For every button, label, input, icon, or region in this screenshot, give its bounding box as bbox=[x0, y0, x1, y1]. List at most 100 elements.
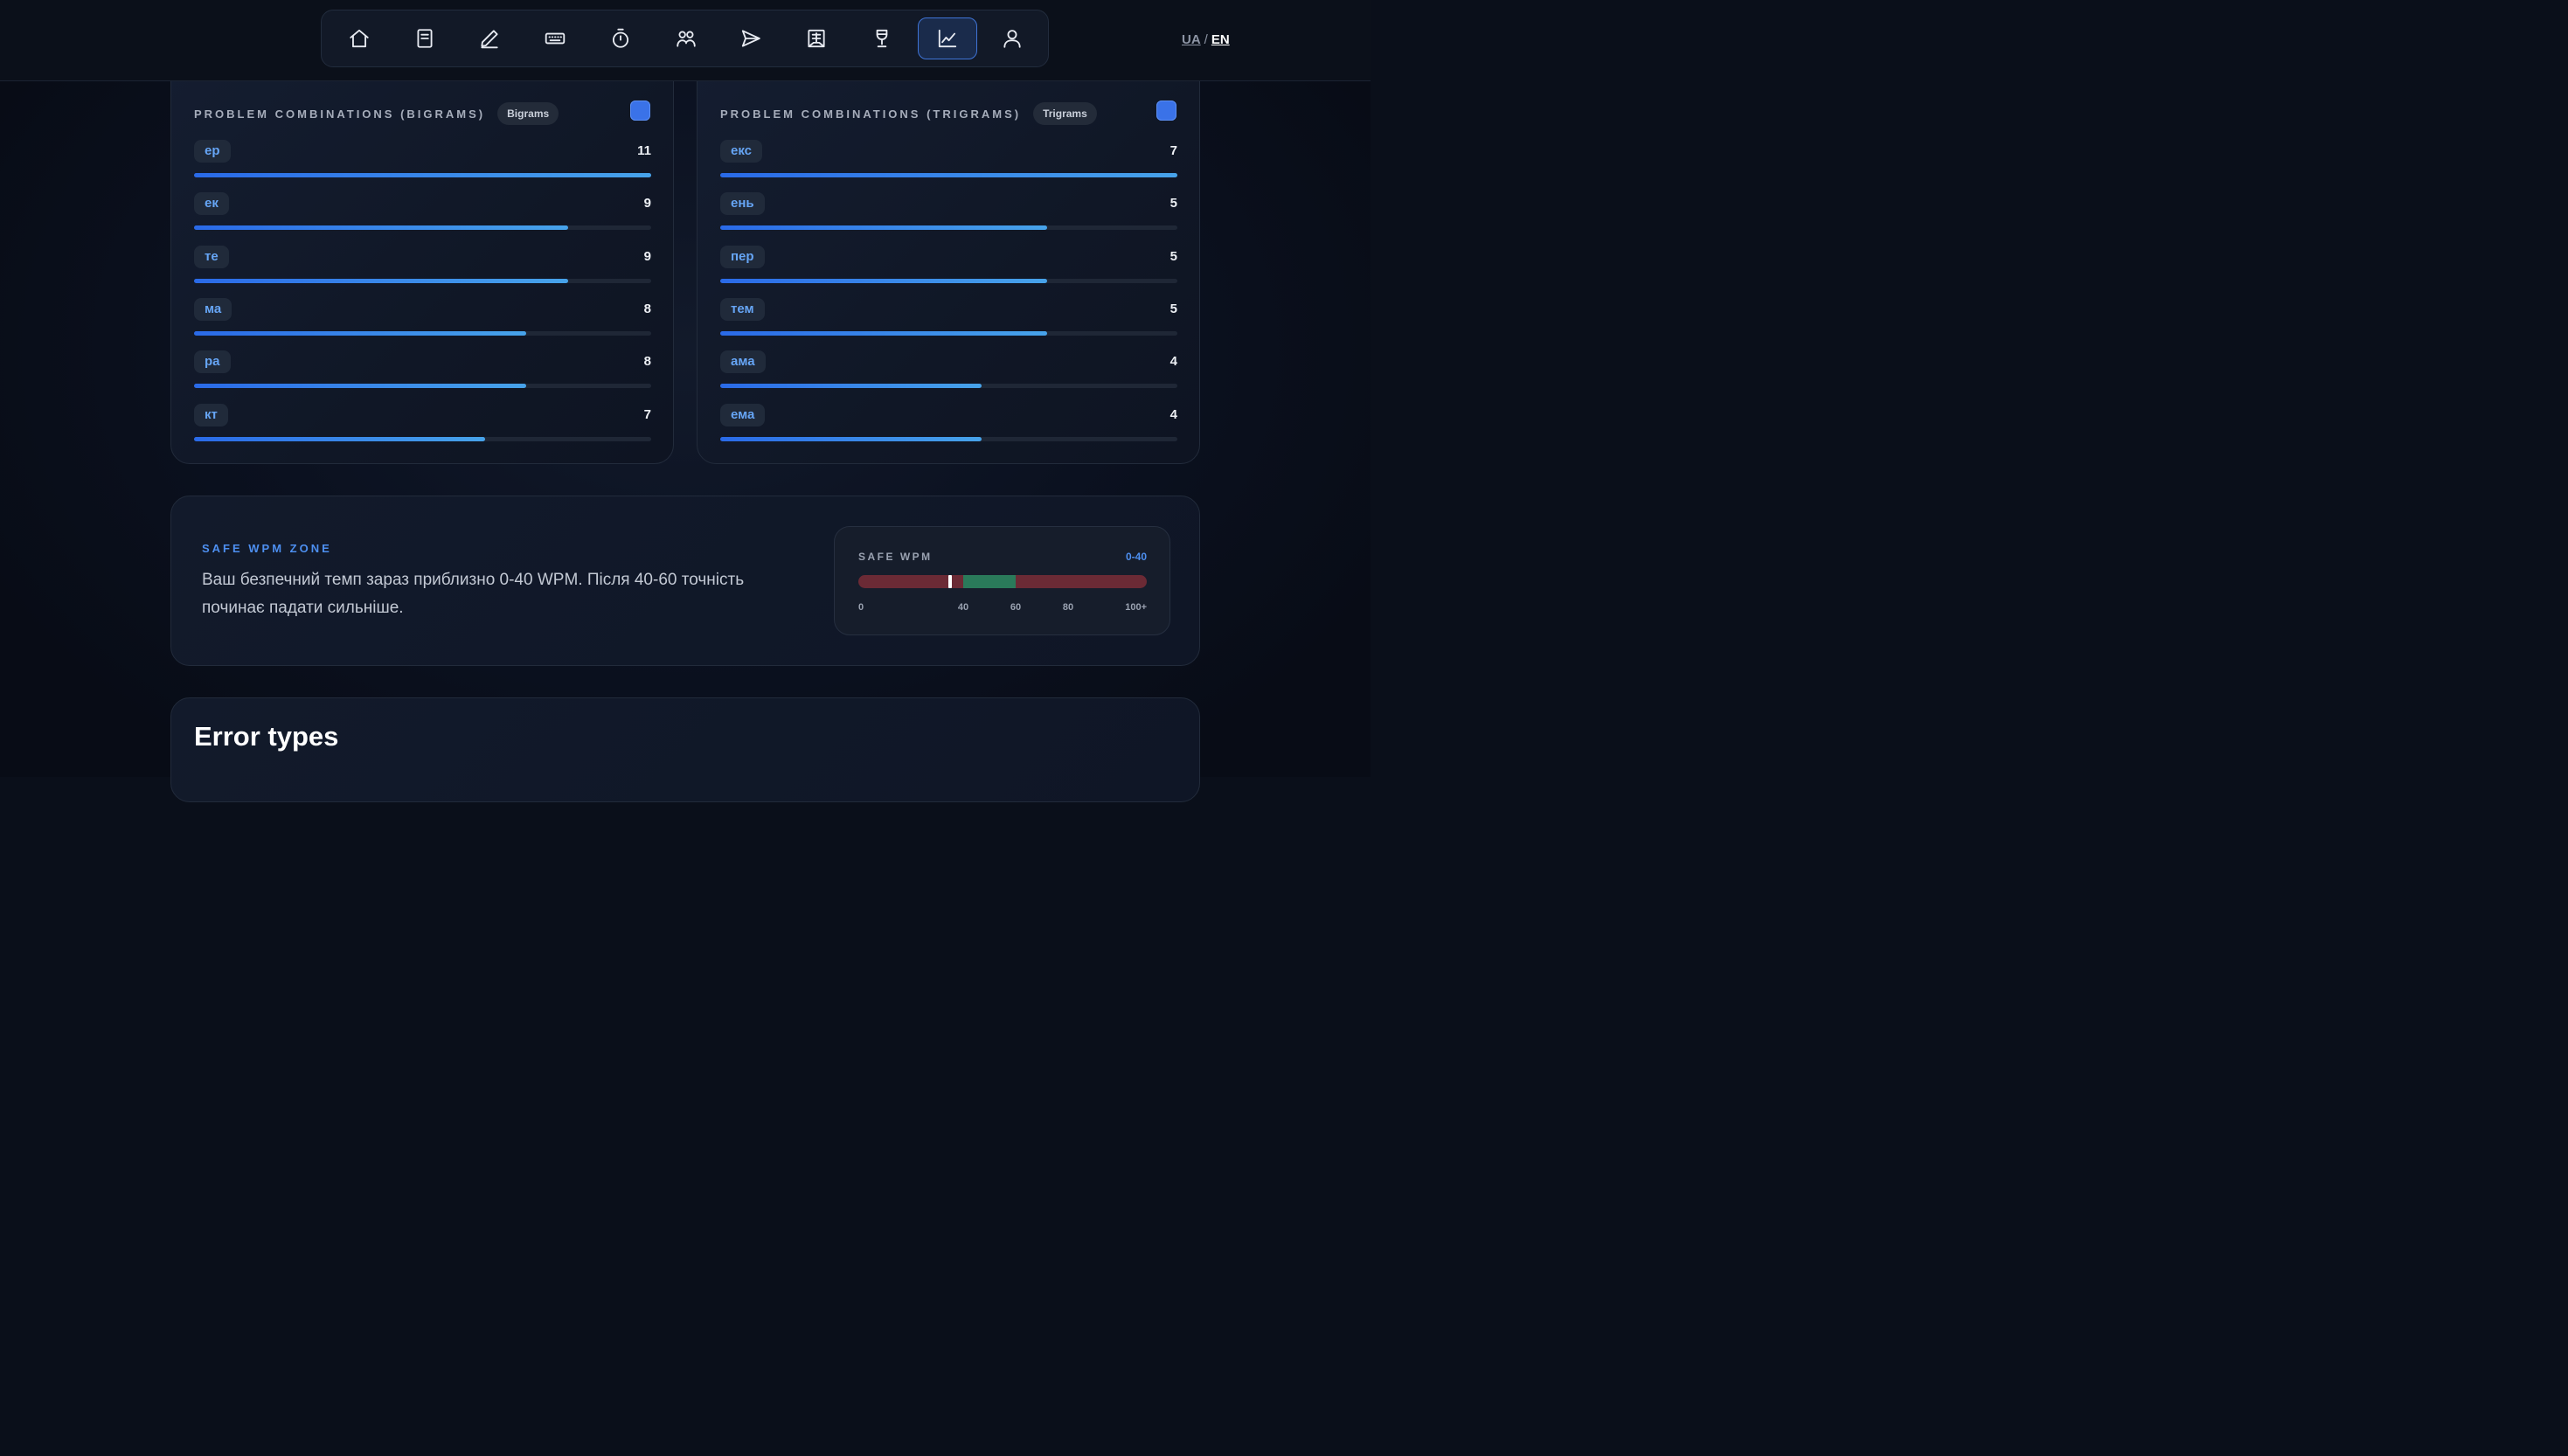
combo-count: 8 bbox=[643, 301, 651, 316]
combo-tag: пер bbox=[720, 245, 765, 268]
bigrams-title: PROBLEM COMBINATIONS (BIGRAMS) bbox=[194, 107, 486, 121]
combo-count: 9 bbox=[643, 196, 651, 211]
combo-bar-fill bbox=[720, 278, 1047, 283]
gauge-tick-label: 0 bbox=[858, 602, 864, 613]
combo-bar-track bbox=[194, 278, 651, 283]
combo-bar-track bbox=[194, 173, 651, 177]
bigrams-toggle[interactable] bbox=[630, 101, 650, 121]
combo-bar-fill bbox=[720, 436, 982, 441]
lang-ua-link[interactable]: UA bbox=[1182, 32, 1201, 47]
send-icon bbox=[742, 30, 761, 47]
trigrams-badge: Trigrams bbox=[1033, 102, 1097, 125]
combo-count: 4 bbox=[1169, 406, 1177, 422]
document-icon bbox=[417, 29, 433, 48]
error-types-card: Error types bbox=[170, 697, 1200, 802]
combo-bar-fill bbox=[194, 278, 568, 283]
combo-tag: ра bbox=[194, 350, 231, 374]
combo-count: 5 bbox=[1169, 301, 1177, 316]
gauge-bar bbox=[858, 575, 1147, 588]
gauge-tick-label: 40 bbox=[957, 602, 969, 613]
combo-bar-track bbox=[720, 384, 1177, 389]
combo-count: 5 bbox=[1169, 196, 1177, 211]
pencil-icon bbox=[481, 30, 499, 49]
nav-send[interactable] bbox=[721, 17, 781, 59]
keyboard-icon bbox=[545, 32, 566, 45]
timer-icon bbox=[612, 28, 628, 48]
combo-row: те 9 bbox=[194, 245, 651, 288]
combo-bar-track bbox=[720, 436, 1177, 441]
combo-bar-track bbox=[720, 330, 1177, 336]
nav-keyboard[interactable] bbox=[525, 17, 585, 59]
lang-separator: / bbox=[1204, 32, 1208, 47]
nav-statistics[interactable] bbox=[917, 17, 977, 59]
bigrams-badge: Bigrams bbox=[497, 102, 559, 125]
language-switcher: UA / EN bbox=[1182, 32, 1230, 47]
combo-row: ек 9 bbox=[194, 192, 651, 234]
combo-row: кт 7 bbox=[194, 403, 651, 446]
combo-tag: екс bbox=[720, 140, 762, 163]
safe-wpm-gauge: SAFE WPM 0-40 0 40 60 80 100+ bbox=[834, 526, 1170, 635]
combo-bar-fill bbox=[194, 436, 485, 441]
nav-multiplayer[interactable] bbox=[656, 17, 716, 59]
trigrams-toggle[interactable] bbox=[1156, 101, 1176, 121]
gauge-tick-label: 60 bbox=[1010, 602, 1022, 613]
combo-count: 11 bbox=[637, 143, 651, 158]
combo-bar-track bbox=[720, 278, 1177, 283]
combo-bar-track bbox=[194, 436, 651, 441]
nav-write[interactable] bbox=[460, 17, 519, 59]
safe-wpm-label: SAFE WPM ZONE bbox=[202, 542, 332, 555]
combo-tag: тем bbox=[720, 297, 765, 321]
combo-tag: ама bbox=[720, 350, 766, 374]
gauge-marker bbox=[948, 575, 952, 588]
combo-bar-track bbox=[720, 225, 1177, 231]
users-icon bbox=[676, 31, 696, 47]
combo-bar-track bbox=[194, 384, 651, 389]
combo-bar-fill bbox=[720, 225, 1047, 231]
nav-achievements[interactable] bbox=[852, 17, 912, 59]
combo-row: тем 5 bbox=[720, 297, 1177, 340]
combo-tag: ень bbox=[720, 192, 765, 216]
combo-bar-fill bbox=[194, 330, 527, 336]
error-types-title: Error types bbox=[194, 721, 339, 752]
trigrams-title: PROBLEM COMBINATIONS (TRIGRAMS) bbox=[720, 107, 1022, 121]
combo-count: 7 bbox=[643, 406, 651, 422]
bigrams-header: PROBLEM COMBINATIONS (BIGRAMS) Bigrams bbox=[194, 102, 559, 125]
combo-tag: ема bbox=[720, 403, 766, 426]
combo-row: пер 5 bbox=[720, 245, 1177, 288]
nav-home[interactable] bbox=[330, 17, 389, 59]
main-nav bbox=[321, 10, 1049, 67]
combo-row: ема 4 bbox=[720, 403, 1177, 446]
combo-bar-fill bbox=[194, 173, 651, 177]
nav-timer[interactable] bbox=[591, 17, 650, 59]
combo-row: ра 8 bbox=[194, 350, 651, 392]
combo-tag: те bbox=[194, 245, 229, 268]
combo-tag: ек bbox=[194, 192, 229, 216]
combo-tag: ер bbox=[194, 140, 231, 163]
combo-row: екс 7 bbox=[720, 140, 1177, 182]
combo-bar-fill bbox=[720, 384, 982, 389]
top-bar: UA / EN bbox=[0, 0, 1371, 81]
combo-tag: кт bbox=[194, 403, 228, 426]
home-icon bbox=[350, 29, 369, 48]
lang-en-link[interactable]: EN bbox=[1211, 32, 1230, 47]
trophy-icon bbox=[876, 29, 888, 48]
nav-profile[interactable] bbox=[982, 17, 1042, 59]
combo-row: ама 4 bbox=[720, 350, 1177, 392]
combo-count: 7 bbox=[1169, 143, 1177, 158]
combo-count: 9 bbox=[643, 248, 651, 264]
combo-bar-fill bbox=[720, 173, 1177, 177]
combo-tag: ма bbox=[194, 297, 233, 321]
combo-bar-fill bbox=[194, 225, 568, 231]
trigrams-card: PROBLEM COMBINATIONS (TRIGRAMS) Trigrams… bbox=[697, 61, 1200, 464]
trigrams-header: PROBLEM COMBINATIONS (TRIGRAMS) Trigrams bbox=[720, 102, 1097, 125]
combo-bar-track bbox=[194, 225, 651, 231]
nav-lessons[interactable] bbox=[395, 17, 455, 59]
gauge-title: SAFE WPM bbox=[858, 551, 933, 563]
safe-wpm-card: SAFE WPM ZONE Ваш безпечний темп зараз п… bbox=[170, 496, 1200, 666]
combo-bar-fill bbox=[720, 330, 1047, 336]
combo-bar-track bbox=[194, 330, 651, 336]
safe-wpm-description: Ваш безпечний темп зараз приблизно 0-40 … bbox=[202, 571, 745, 617]
user-icon bbox=[1003, 30, 1021, 48]
combo-count: 8 bbox=[643, 354, 651, 370]
nav-library[interactable] bbox=[787, 17, 846, 59]
